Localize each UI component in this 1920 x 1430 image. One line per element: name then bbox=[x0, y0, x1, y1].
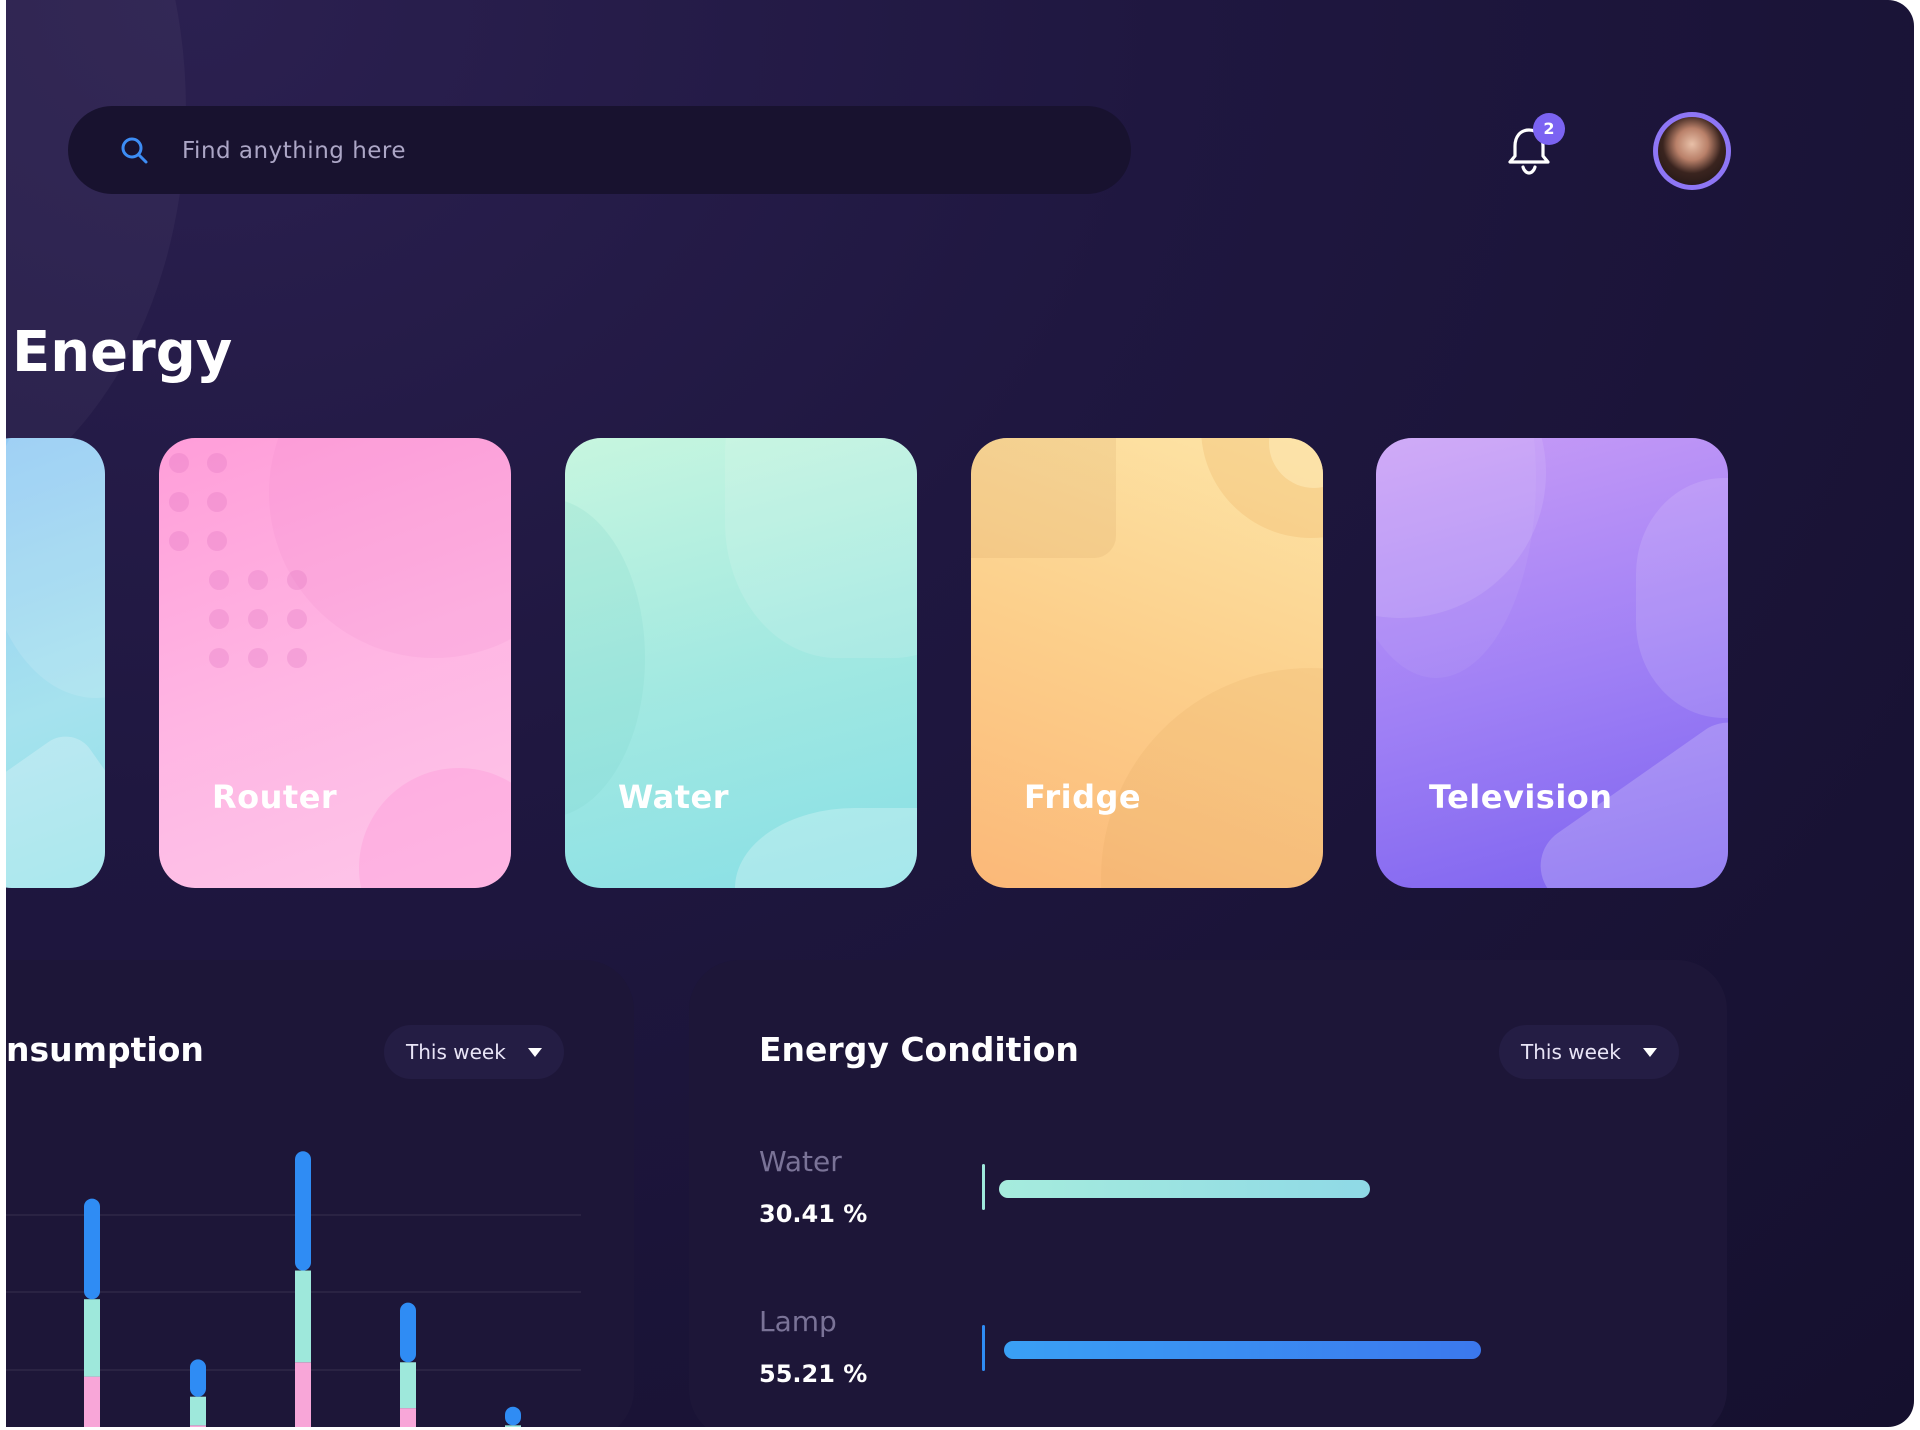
chart-bar-segment bbox=[190, 1425, 206, 1427]
device-label-router: Router bbox=[212, 778, 338, 816]
card-decoration bbox=[359, 768, 511, 888]
energy-condition-panel: Energy Condition This week Water 30.41 %… bbox=[689, 960, 1727, 1427]
chart-bar-segment bbox=[295, 1151, 311, 1271]
card-decoration bbox=[1636, 478, 1728, 718]
device-card-television[interactable]: Television bbox=[1376, 438, 1728, 888]
condition-bar-lamp bbox=[1004, 1341, 1481, 1359]
device-label-television: Television bbox=[1429, 778, 1613, 816]
chart-bar-segment bbox=[400, 1362, 416, 1409]
condition-value-lamp: 55.21 % bbox=[759, 1360, 868, 1388]
chart-bar-segment bbox=[190, 1359, 206, 1397]
dropdown-label: This week bbox=[1521, 1040, 1621, 1064]
search-bar[interactable] bbox=[68, 106, 1131, 196]
condition-marker-water bbox=[982, 1164, 985, 1210]
search-input[interactable] bbox=[180, 106, 1084, 196]
chart-bar-segment bbox=[84, 1376, 100, 1427]
card-decoration bbox=[6, 438, 105, 698]
device-label-fridge: Fridge bbox=[1024, 778, 1142, 816]
search-icon bbox=[121, 137, 148, 164]
energy-condition-title: Energy Condition bbox=[759, 1030, 1079, 1069]
device-card-partial[interactable] bbox=[6, 438, 105, 888]
device-card-router[interactable]: Router bbox=[159, 438, 511, 888]
condition-name-lamp: Lamp bbox=[759, 1305, 837, 1338]
avatar-photo bbox=[1658, 117, 1726, 185]
condition-value-water: 30.41 % bbox=[759, 1200, 868, 1228]
page-title: Energy bbox=[12, 320, 233, 385]
chart-bar-segment bbox=[400, 1302, 416, 1363]
chart-bar-segment bbox=[84, 1299, 100, 1377]
card-decoration bbox=[971, 438, 1116, 558]
chart-bar-segment bbox=[505, 1406, 521, 1426]
chevron-down-icon bbox=[1643, 1048, 1657, 1057]
card-decoration bbox=[1376, 438, 1536, 678]
dot-pattern bbox=[169, 453, 307, 668]
condition-bar-water bbox=[999, 1180, 1370, 1198]
consumption-chart bbox=[6, 1151, 581, 1427]
card-decoration bbox=[565, 498, 645, 818]
chart-bar-segment bbox=[190, 1396, 206, 1426]
card-decoration bbox=[725, 438, 917, 658]
chart-bar-segment bbox=[400, 1408, 416, 1427]
card-decoration bbox=[6, 724, 105, 888]
chart-bar-segment bbox=[505, 1425, 521, 1427]
chart-bar-segment bbox=[295, 1270, 311, 1363]
device-card-fridge[interactable]: Fridge bbox=[971, 438, 1323, 888]
condition-period-dropdown[interactable]: This week bbox=[1499, 1025, 1679, 1079]
app-window: 2 Energy Router Water bbox=[6, 0, 1914, 1427]
chart-bar-segment bbox=[84, 1198, 100, 1300]
device-card-water[interactable]: Water bbox=[565, 438, 917, 888]
consumption-panel: nsumption This week bbox=[6, 960, 634, 1427]
device-label-water: Water bbox=[618, 778, 730, 816]
avatar[interactable] bbox=[1653, 112, 1731, 190]
chart-bar-segment bbox=[295, 1362, 311, 1427]
card-decoration bbox=[735, 808, 917, 888]
notification-badge: 2 bbox=[1533, 113, 1565, 145]
condition-name-water: Water bbox=[759, 1145, 842, 1178]
condition-marker-lamp bbox=[982, 1325, 985, 1371]
